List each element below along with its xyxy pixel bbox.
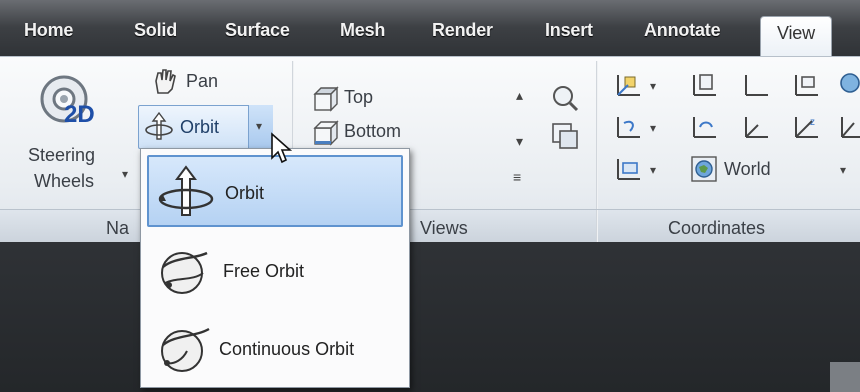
ucs-icon[interactable] (614, 71, 644, 99)
menu-item-continuous-orbit[interactable]: Continuous Orbit (147, 313, 403, 385)
navigate-panel-title[interactable]: Na (106, 218, 129, 239)
model-geometry (830, 362, 860, 392)
steering-wheels-label-2[interactable]: Wheels (34, 171, 94, 192)
drawing-viewport[interactable] (0, 242, 860, 392)
view-manager-icon[interactable] (550, 121, 580, 151)
tab-mesh[interactable]: Mesh (340, 20, 385, 41)
coordinates-panel-title[interactable]: Coordinates (668, 218, 765, 239)
ucs-face-icon[interactable] (792, 71, 822, 99)
orbit-icon (158, 165, 214, 216)
tab-annotate[interactable]: Annotate (644, 20, 721, 41)
views-panel-title[interactable]: Views (420, 218, 468, 239)
ucs-origin-icon[interactable] (614, 113, 644, 141)
menu-item-free-orbit-label: Free Orbit (223, 261, 305, 281)
tab-view[interactable]: View (760, 16, 832, 60)
orbit-dropdown-menu: Orbit Free Orbit Continuous Orbit (140, 148, 410, 388)
pan-hand-icon[interactable] (150, 67, 178, 95)
ucs-named-icon[interactable] (614, 155, 644, 183)
ucs-named-dropdown-icon[interactable]: ▾ (650, 163, 656, 177)
menu-item-free-orbit[interactable]: Free Orbit (147, 235, 403, 307)
ucs-origin-dropdown-icon[interactable]: ▾ (650, 121, 656, 135)
ucs-object-icon[interactable] (690, 71, 720, 99)
orbit-label: Orbit (180, 117, 220, 137)
tab-surface[interactable]: Surface (225, 20, 290, 41)
top-view-icon[interactable] (312, 85, 340, 113)
menu-item-continuous-orbit-label: Continuous Orbit (219, 339, 355, 359)
views-scroll-down-icon[interactable]: ▾ (516, 133, 523, 150)
pan-label[interactable]: Pan (186, 71, 218, 92)
ucs-3point-icon[interactable] (742, 113, 772, 141)
world-globe-icon (691, 156, 717, 182)
views-scroll-up-icon[interactable]: ▴ (516, 87, 523, 104)
zoom-extents-icon[interactable] (550, 83, 580, 113)
ucs-x-axis-icon[interactable] (838, 113, 860, 141)
ribbon: 2D Steering Wheels ▾ Pan ▾ Orbit Top Bot… (0, 56, 860, 244)
tab-solid[interactable]: Solid (134, 20, 177, 41)
steering-dropdown-icon[interactable]: ▾ (122, 167, 128, 181)
tab-home[interactable]: Home (24, 20, 73, 41)
continuous-orbit-icon (161, 327, 210, 372)
orbit-icon (145, 111, 173, 140)
ucs-view-icon[interactable] (742, 71, 772, 99)
world-label[interactable]: World (724, 159, 771, 180)
view-bottom-label[interactable]: Bottom (344, 121, 401, 142)
free-orbit-icon (161, 251, 208, 294)
ribbon-tab-bar: Home Solid Surface Mesh Render Insert An… (0, 0, 860, 60)
bottom-view-icon[interactable] (312, 119, 340, 147)
tab-insert[interactable]: Insert (545, 20, 593, 41)
view-top-label[interactable]: Top (344, 87, 373, 108)
panel-title-bar: Na Views Coordinates (0, 209, 860, 244)
menu-item-orbit-label: Orbit (225, 183, 265, 203)
ucs-world-globe-icon[interactable] (838, 71, 860, 99)
svg-text:z: z (810, 117, 815, 128)
tab-render[interactable]: Render (432, 20, 493, 41)
steering-wheels-label-1[interactable]: Steering (28, 145, 95, 166)
ucs-previous-icon[interactable] (690, 113, 720, 141)
steering-2d-badge: 2D (64, 101, 95, 128)
ucs-dropdown-icon[interactable]: ▾ (650, 79, 656, 93)
views-expand-icon[interactable]: ≡ (513, 169, 521, 185)
mouse-cursor-icon (271, 132, 293, 164)
world-dropdown-icon[interactable]: ▾ (840, 163, 846, 177)
ucs-z-axis-icon[interactable]: z (792, 113, 822, 141)
